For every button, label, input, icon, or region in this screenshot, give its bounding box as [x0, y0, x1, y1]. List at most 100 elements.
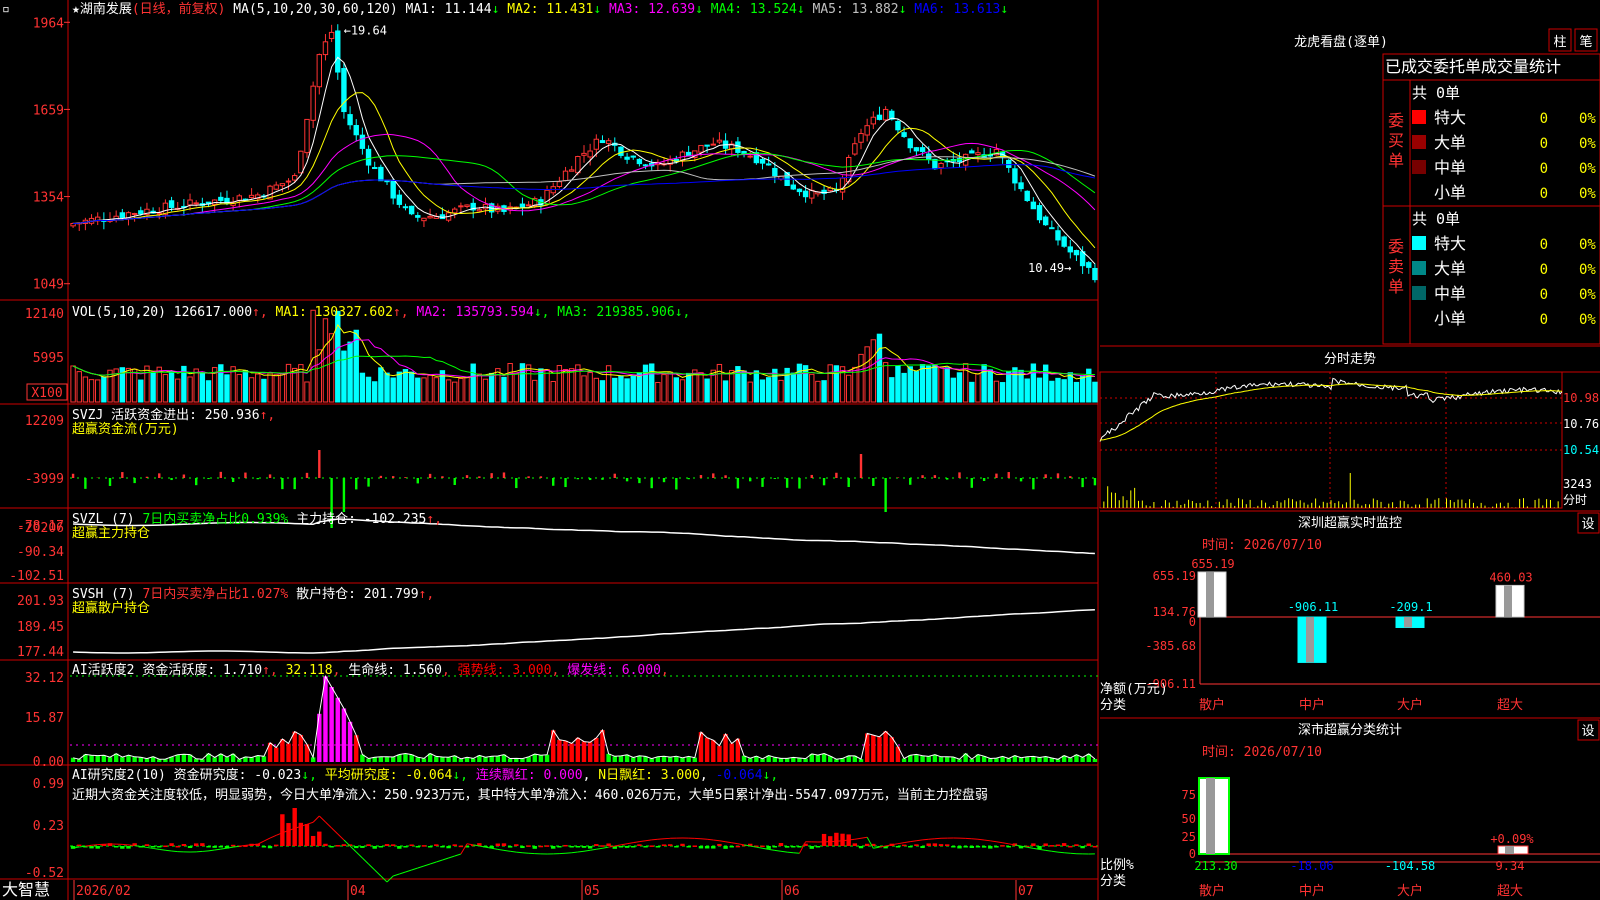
activity-bar — [212, 757, 217, 762]
research-bar — [778, 843, 784, 846]
volume-bar — [138, 379, 144, 403]
date-label: 2026/02 — [76, 884, 131, 899]
research-bar — [637, 844, 642, 846]
research-line — [836, 840, 843, 842]
candle-body — [525, 204, 532, 207]
flow-bar — [1081, 478, 1084, 488]
flow-bar — [847, 478, 850, 487]
flow-bar — [601, 478, 604, 480]
sz-monitor-category: 超大 — [1497, 698, 1523, 713]
research-line — [780, 850, 788, 853]
candle-body — [464, 204, 470, 207]
tick-view-label[interactable]: 笔 — [1579, 34, 1592, 50]
flow-bar — [835, 472, 838, 478]
activity-bar — [557, 739, 562, 762]
volume-bar — [427, 374, 433, 403]
buy-row-pct: 0% — [1579, 111, 1596, 127]
volume-bar — [1024, 378, 1030, 403]
research-bar — [218, 846, 224, 848]
research-bar — [144, 844, 150, 846]
volume-bar — [550, 380, 556, 403]
candle-body — [864, 125, 870, 136]
svsh-arrow: ↑, — [419, 587, 435, 602]
research-line — [854, 837, 862, 840]
ai-research-header: AI研究度2(10) 资金研究度: -0.023↓, 平均研究度: -0.064… — [72, 767, 778, 783]
research-line — [214, 848, 221, 851]
intraday-title: 分时走势 — [1324, 351, 1376, 367]
activity-bar — [249, 757, 254, 762]
research-line — [645, 839, 652, 842]
activity-bar — [587, 742, 593, 762]
research-line — [171, 850, 178, 853]
svzl-axis-label: -78.17 — [17, 519, 64, 534]
unit-button-label[interactable]: X100 — [31, 386, 62, 401]
candle-body — [1030, 201, 1037, 210]
sz-class-value-label: 213.30 — [1194, 859, 1237, 873]
research-line — [916, 839, 923, 842]
candle-body — [919, 147, 926, 152]
buy-side-label: 单 — [1388, 151, 1404, 170]
right-panel[interactable]: 龙虎看盘(逐单) 柱笔已成交委托单成交量统计委买单共 0单特大 0 0%大单 0 0%中单… — [1099, 28, 1600, 899]
flow-bar — [1032, 478, 1035, 490]
ma-value-6: MA6: 13.613 — [914, 2, 1000, 17]
research-bar — [618, 846, 624, 848]
flow-bar — [490, 473, 493, 478]
price-panel[interactable]: ▫ ★湖南发展(日线，前复权) MA(5,10,20,30,60,120) MA… — [2, 1, 1098, 293]
research-bar — [711, 846, 716, 849]
research-bar — [704, 846, 710, 849]
sz-class-axis-label: 25 — [1182, 830, 1196, 844]
sell-side-label: 单 — [1388, 277, 1404, 296]
research-line — [423, 863, 431, 867]
research-line — [639, 840, 646, 843]
panel-menu-icon[interactable]: ▫ — [2, 2, 10, 17]
vol-axis-label: 12140 — [25, 307, 64, 322]
research-bar — [735, 845, 741, 848]
research-bar — [427, 846, 433, 848]
research-bar — [981, 846, 987, 848]
svsh-header: SVSH (7) 7日内买卖净占比1.027% 散户持仓: 201.799↑, — [72, 586, 434, 602]
research-bar — [175, 845, 180, 848]
column-view-label[interactable]: 柱 — [1553, 35, 1566, 50]
research-bar — [507, 846, 513, 848]
activity-bar — [877, 736, 882, 762]
candle-body — [969, 150, 975, 154]
volume-bar — [747, 381, 753, 403]
sell-row-count: 0 — [1540, 262, 1548, 278]
research-bar — [932, 843, 938, 846]
volume-panel[interactable]: 121405995X100VOL(5,10,20) 126617.000↑, M… — [25, 305, 1098, 403]
svsh-panel[interactable]: 201.93 189.45 177.44 SVSH (7) 7日内买卖净占比1.027… — [17, 586, 1095, 660]
flow-bar — [379, 475, 383, 478]
ai-active-sep: , — [442, 663, 458, 678]
ai-research-sep: ↓, — [301, 768, 324, 783]
svzl-axis-label: -102.51 — [9, 569, 64, 584]
research-line — [602, 846, 609, 849]
research-line — [522, 852, 529, 854]
flow-bar — [625, 478, 629, 482]
candle-body — [636, 158, 643, 165]
candle-body — [790, 184, 796, 190]
research-bar — [575, 846, 581, 848]
activity-bar — [292, 731, 297, 762]
flow-bar — [613, 473, 616, 478]
flow-bar — [84, 478, 87, 489]
research-bar — [1061, 843, 1067, 846]
volume-bar — [544, 369, 550, 403]
ai-research-panel[interactable]: 0.99 0.23 -0.52 AI研究度2(10) 资金研究度: -0.023↓, … — [25, 767, 1098, 883]
ai-active-panel[interactable]: 32.12 15.87 0.00 AI活跃度2 资金活跃度: 1.710↑, 32.1… — [25, 662, 1098, 770]
candle-body — [248, 194, 255, 199]
ai-research-item-3: N日飘红: 3.000 — [598, 767, 700, 783]
research-bar — [354, 846, 359, 849]
sz-monitor-settings-label[interactable]: 设 — [1581, 517, 1594, 532]
sell-color-swatch — [1412, 236, 1426, 250]
candle-body — [353, 125, 359, 136]
sell-color-swatch — [1412, 286, 1426, 300]
sz-class-settings-label[interactable]: 设 — [1581, 724, 1594, 739]
main-chart-canvas[interactable]: ▫ ★湖南发展(日线，前复权) MA(5,10,20,30,60,120) MA… — [0, 0, 1600, 900]
svg-text:★湖南发展(日线，前复权) MA(5,10,20,30,60: ★湖南发展(日线，前复权) MA(5,10,20,30,60,120) MA1:… — [72, 1, 1008, 17]
volume-bar — [470, 363, 476, 403]
volume-bar — [255, 373, 261, 403]
candle-body — [802, 190, 809, 198]
research-line — [910, 840, 917, 843]
ai-research-item-1: 平均研究度: -0.064 — [325, 767, 453, 783]
svzl-panel[interactable]: -78.17 -90.34 -102.51 SVZL (7) 7日内买卖净占比0.93… — [9, 511, 1095, 584]
